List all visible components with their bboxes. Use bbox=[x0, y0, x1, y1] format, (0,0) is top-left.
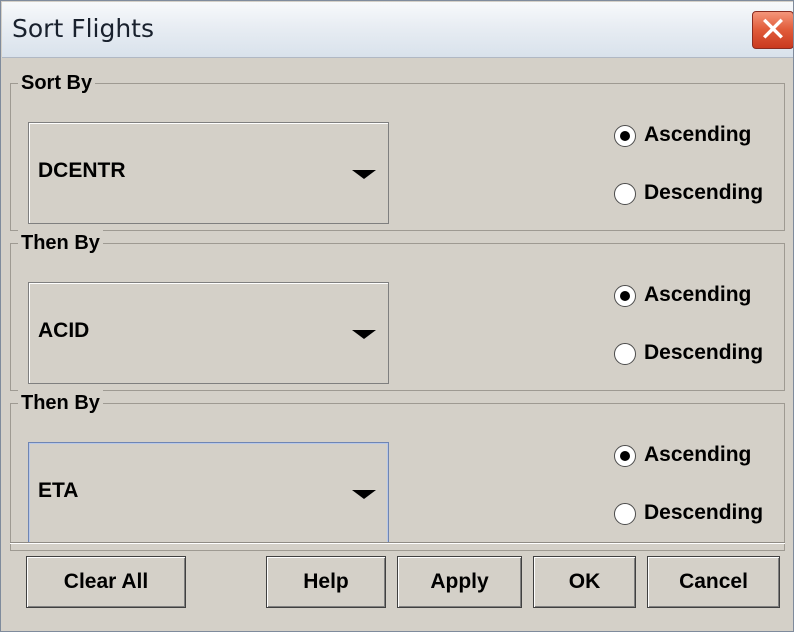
radio-selected-indicator bbox=[614, 285, 636, 307]
radio-label: Descending bbox=[644, 181, 764, 204]
radio-selected-indicator bbox=[614, 445, 636, 467]
radio-selected-indicator bbox=[614, 125, 636, 147]
radio-label: Ascending bbox=[644, 443, 752, 466]
dropdown-value: DCENTR bbox=[38, 159, 126, 182]
then-by-group-2: Then By ETA Ascending Descending bbox=[10, 390, 785, 551]
chevron-down-icon bbox=[352, 330, 376, 339]
close-icon: ✕ bbox=[758, 10, 788, 50]
radio-label: Descending bbox=[644, 501, 764, 524]
then-by-dropdown-1[interactable]: ACID bbox=[28, 282, 389, 384]
radio-label: Descending bbox=[644, 341, 764, 364]
chevron-down-icon bbox=[352, 170, 376, 179]
then-by-group-1: Then By ACID Ascending Descending bbox=[10, 230, 785, 391]
group-label-sort-by: Sort By bbox=[18, 70, 96, 96]
title-bar[interactable]: Sort Flights ✕ bbox=[2, 2, 793, 58]
radio-unselected-indicator bbox=[614, 183, 636, 205]
apply-button[interactable]: Apply bbox=[397, 556, 522, 608]
group-label-then-by: Then By bbox=[18, 230, 103, 256]
sort-by-dropdown[interactable]: DCENTR bbox=[28, 122, 389, 224]
then-by-dropdown-2[interactable]: ETA bbox=[28, 442, 389, 544]
radio-label: Ascending bbox=[644, 123, 752, 146]
window-title: Sort Flights bbox=[12, 14, 155, 43]
clear-all-button[interactable]: Clear All bbox=[26, 556, 186, 608]
group-label-then-by: Then By bbox=[18, 390, 103, 416]
dropdown-value: ETA bbox=[38, 479, 79, 502]
cancel-button[interactable]: Cancel bbox=[647, 556, 780, 608]
help-button[interactable]: Help bbox=[266, 556, 386, 608]
close-button[interactable]: ✕ bbox=[752, 10, 793, 50]
radio-unselected-indicator bbox=[614, 343, 636, 365]
button-bar-divider bbox=[10, 542, 785, 544]
radio-unselected-indicator bbox=[614, 503, 636, 525]
sort-flights-dialog: Sort Flights ✕ Sort By DCENTR Ascending … bbox=[0, 0, 794, 632]
sort-by-group: Sort By DCENTR Ascending Descending bbox=[10, 70, 785, 231]
dropdown-value: ACID bbox=[38, 319, 90, 342]
ok-button[interactable]: OK bbox=[533, 556, 636, 608]
chevron-down-icon bbox=[352, 490, 376, 499]
radio-label: Ascending bbox=[644, 283, 752, 306]
